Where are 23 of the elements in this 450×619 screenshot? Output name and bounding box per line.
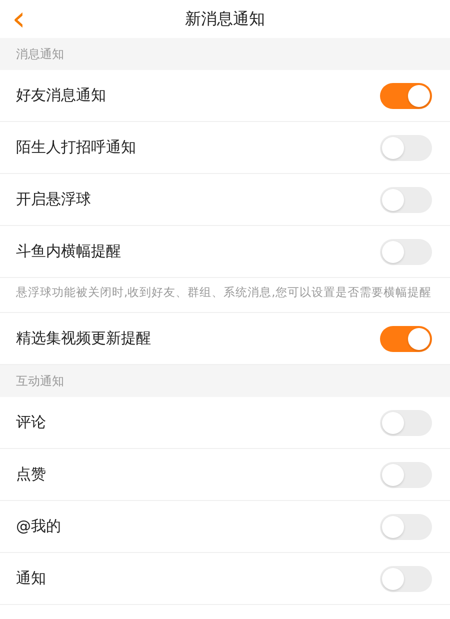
setting-label: 评论 <box>16 413 46 432</box>
back-button[interactable]: ‹ <box>8 0 30 38</box>
toggle-switch[interactable] <box>380 186 432 212</box>
toggle-switch[interactable] <box>380 514 432 540</box>
section-header: 消息通知 <box>16 46 64 62</box>
hint-text: 悬浮球功能被关闭时,收到好友、群组、系统消息,您可以设置是否需要横幅提醒 <box>16 284 432 301</box>
setting-label: 陌生人打招呼通知 <box>16 138 136 157</box>
toggle-switch[interactable] <box>380 238 432 264</box>
toggle-switch[interactable] <box>380 410 432 436</box>
setting-label: 斗鱼内横幅提醒 <box>16 242 121 261</box>
setting-label: 点赞 <box>16 465 46 484</box>
page-title: 新消息通知 <box>185 8 265 30</box>
setting-label: 开启悬浮球 <box>16 190 91 209</box>
toggle-switch[interactable] <box>380 566 432 592</box>
setting-label: 精选集视频更新提醒 <box>16 329 151 348</box>
setting-label: 好友消息通知 <box>16 86 106 105</box>
toggle-switch[interactable] <box>380 326 432 352</box>
toggle-switch[interactable] <box>380 82 432 108</box>
setting-label: 通知 <box>16 569 46 588</box>
section-header: 互动通知 <box>16 372 64 390</box>
toggle-switch[interactable] <box>380 134 432 160</box>
toggle-switch[interactable] <box>380 462 432 488</box>
setting-label: @我的 <box>16 517 61 536</box>
